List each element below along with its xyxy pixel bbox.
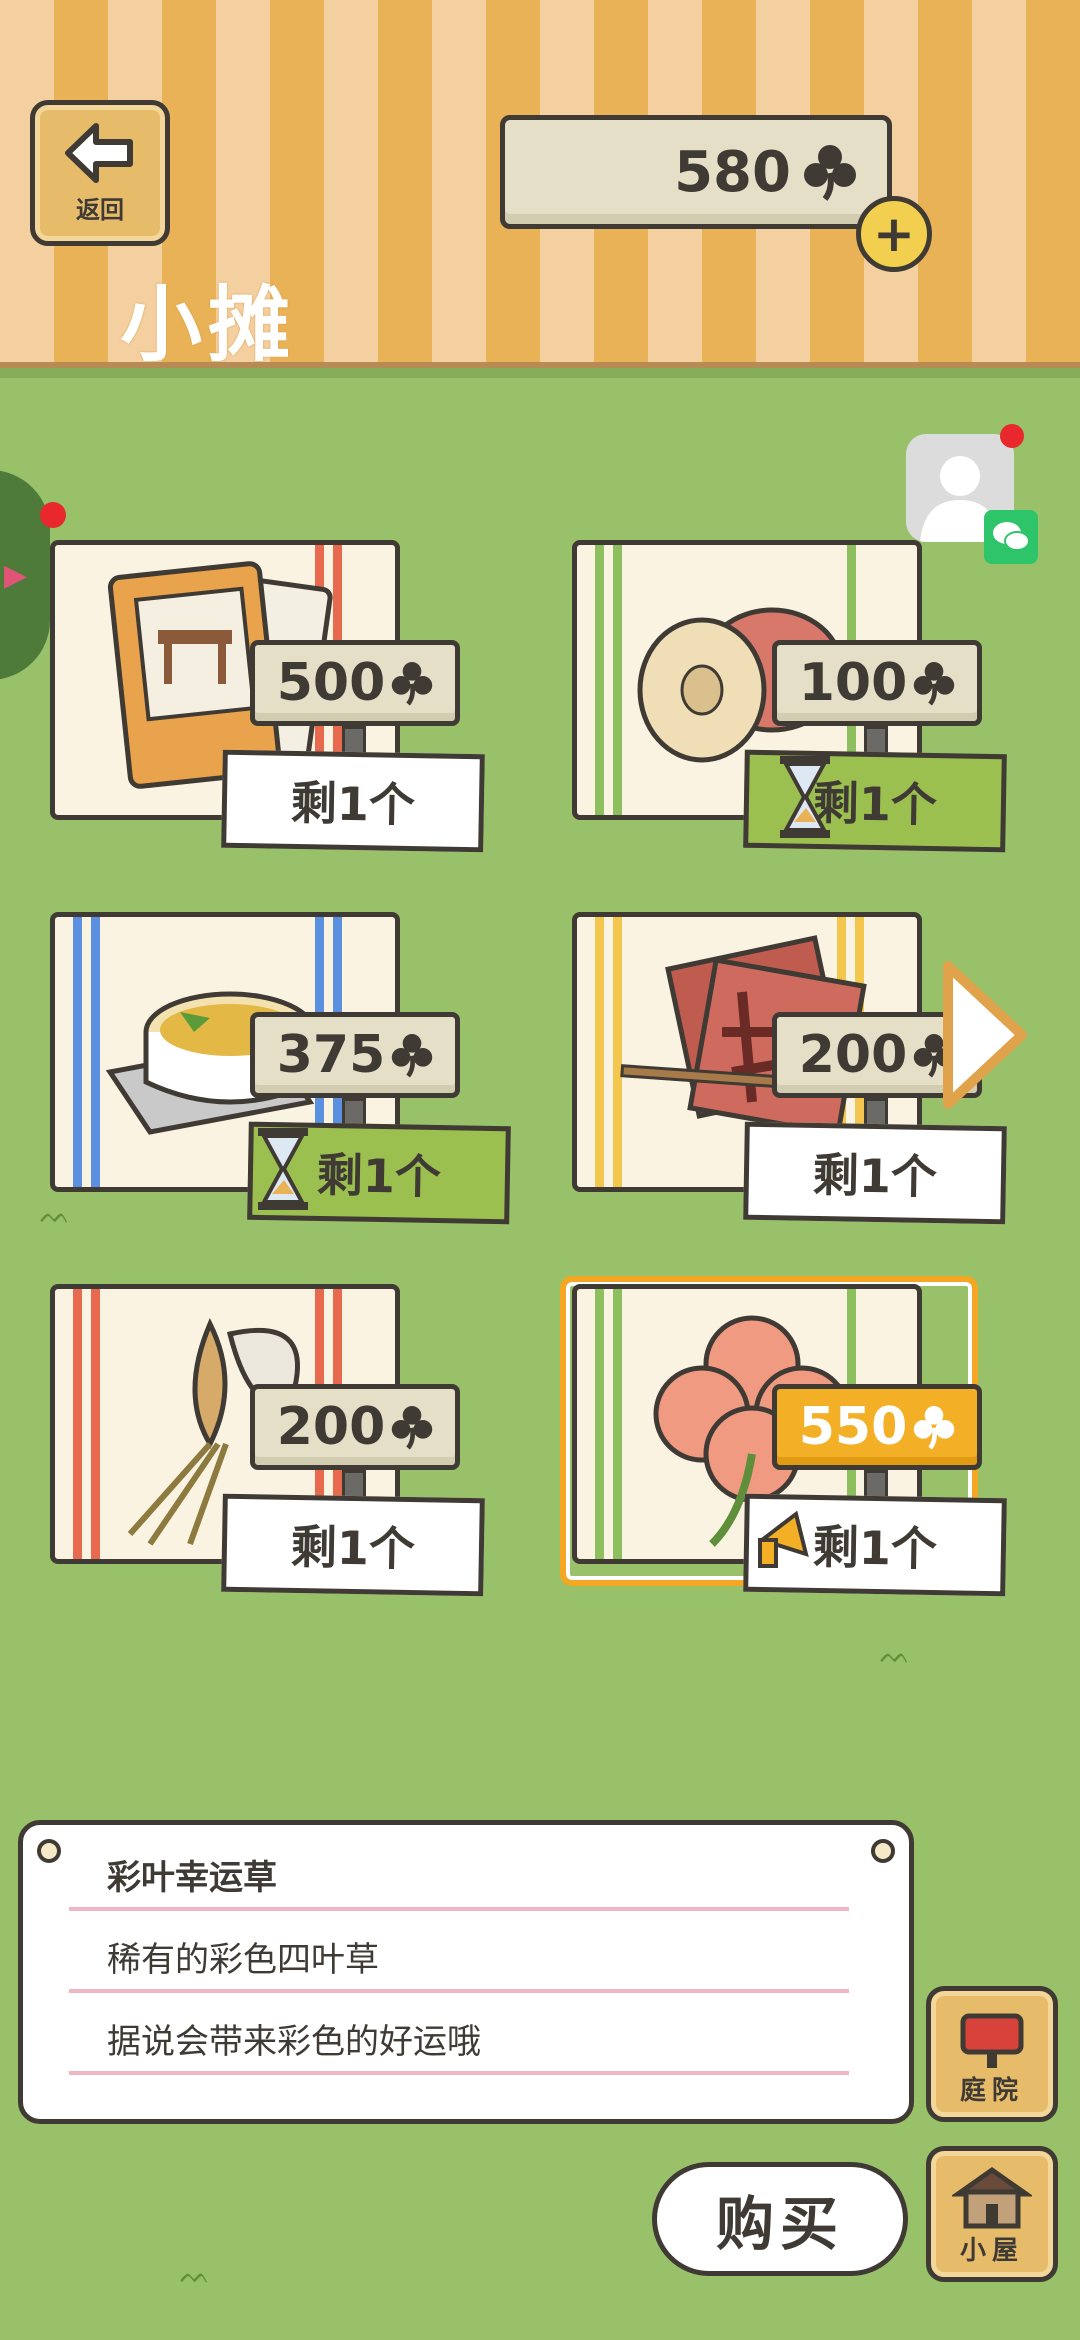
item-price: 200: [798, 1025, 908, 1085]
grass-tuft: ᨓ: [880, 1640, 911, 1670]
clover-icon: [392, 1406, 433, 1450]
back-arrow-icon: [65, 122, 133, 183]
item-description-line-1: 稀有的彩色四叶草: [69, 1921, 849, 1993]
next-page-arrow-icon[interactable]: [938, 960, 1028, 1110]
item-price: 100: [798, 653, 908, 713]
item-stock: 剩1个: [290, 1519, 416, 1577]
shop-item-3[interactable]: 375 剩1个: [20, 912, 511, 1252]
price-tag: 100: [772, 640, 982, 726]
shop-item-2[interactable]: 100 剩1个: [542, 540, 1022, 880]
house-icon: [952, 2166, 1032, 2229]
clover-icon: [392, 1034, 433, 1078]
grass-tuft: ᨓ: [40, 1200, 71, 1230]
price-tag: 550: [772, 1384, 982, 1470]
clover-icon: [804, 145, 856, 201]
item-name: 彩叶幸运草: [69, 1839, 849, 1911]
item-price: 375: [276, 1025, 386, 1085]
shop-item-6[interactable]: 550 剩1个: [542, 1284, 1022, 1624]
yard-label: 庭院: [959, 2076, 1024, 2106]
stock-label: 剩1个: [221, 1493, 485, 1597]
item-price: 550: [798, 1397, 908, 1457]
stock-label: 剩1个: [743, 1121, 1007, 1225]
price-tag: 200: [250, 1384, 460, 1470]
notification-dot: [1000, 424, 1024, 448]
item-price: 200: [276, 1397, 386, 1457]
clover-icon: [392, 662, 433, 706]
add-clover-button[interactable]: +: [856, 196, 932, 272]
item-stock: 剩1个: [316, 1147, 442, 1205]
notification-dot: [40, 502, 66, 528]
megaphone-icon: [757, 1510, 809, 1568]
clover-icon: [914, 1406, 955, 1450]
item-stock: 剩1个: [812, 1147, 938, 1205]
back-button[interactable]: 返回: [30, 100, 170, 246]
clover-icon: [914, 662, 955, 706]
yard-button[interactable]: 庭院: [926, 1986, 1058, 2122]
panel-pin: [871, 1839, 895, 1863]
grass-tuft: ᨓ: [180, 2260, 211, 2290]
house-button[interactable]: 小屋: [926, 2146, 1058, 2282]
price-tag: 375: [250, 1012, 460, 1098]
shop-item-1[interactable]: 500 剩1个: [20, 540, 500, 880]
item-stock: 剩1个: [812, 1519, 938, 1577]
buy-button[interactable]: 购买: [652, 2162, 908, 2276]
stock-label: 剩1个: [221, 749, 485, 853]
panel-pin: [37, 1839, 61, 1863]
back-label: 返回: [76, 195, 124, 224]
item-description-line-2: 据说会带来彩色的好运哦: [69, 2003, 849, 2075]
item-price: 500: [276, 653, 386, 713]
clover-balance-value: 580: [674, 139, 791, 205]
clover-balance: 580: [500, 115, 892, 229]
hourglass-icon: [258, 1128, 308, 1210]
item-description-panel: 彩叶幸运草 稀有的彩色四叶草 据说会带来彩色的好运哦: [18, 1820, 914, 2124]
house-label: 小屋: [959, 2236, 1024, 2266]
price-tag: 500: [250, 640, 460, 726]
hourglass-icon: [780, 756, 830, 838]
mailbox-icon: [960, 2013, 1024, 2068]
page-title: 小摊: [120, 278, 297, 373]
item-stock: 剩1个: [290, 775, 416, 833]
shop-item-5[interactable]: 200 剩1个: [20, 1284, 500, 1624]
